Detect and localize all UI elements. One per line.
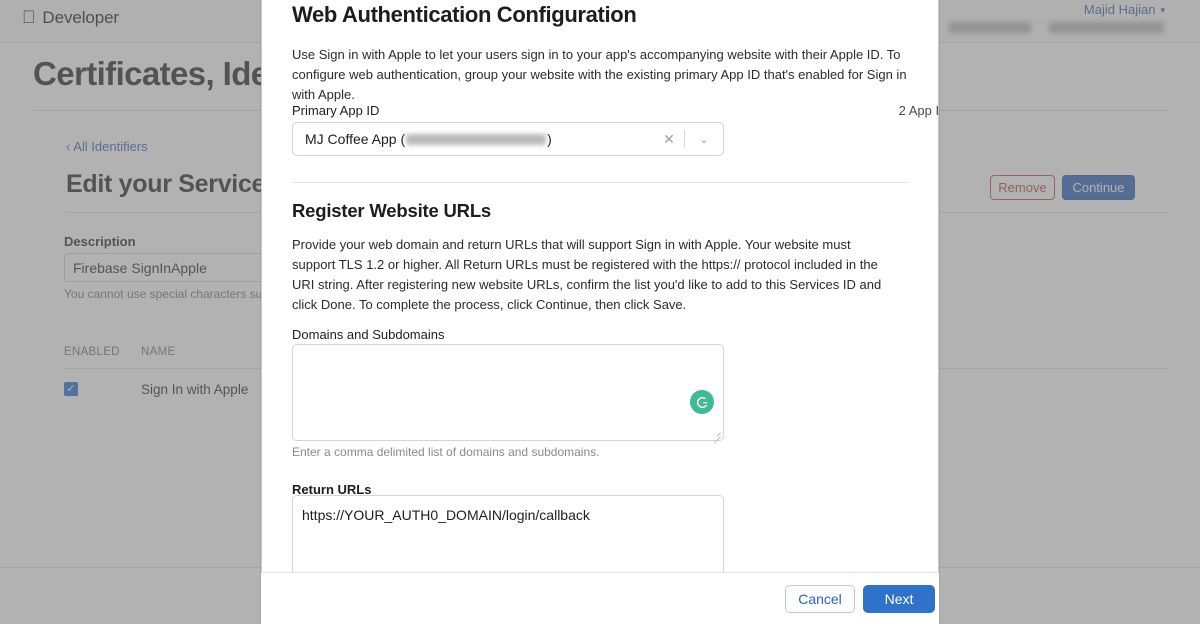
- continue-button[interactable]: Continue: [1062, 175, 1135, 200]
- redacted-bundle-id: [406, 133, 547, 145]
- register-website-urls-heading: Register Website URLs: [292, 200, 492, 221]
- apple-logo-icon: : [22, 8, 36, 26]
- primary-app-id-prefix: MJ Coffee App (: [305, 131, 406, 147]
- domains-and-subdomains-textarea[interactable]: [292, 344, 724, 444]
- column-header-enabled: ENABLED: [64, 346, 120, 358]
- resize-handle[interactable]: [712, 429, 721, 444]
- modal-section-divider: [292, 182, 909, 183]
- domains-and-subdomains-label: Domains and Subdomains: [292, 327, 445, 342]
- account-name-label: Majid Hajian: [1083, 2, 1156, 17]
- next-button[interactable]: Next: [863, 585, 935, 613]
- brand-label: Developer: [29, 8, 119, 27]
- cancel-button[interactable]: Cancel: [785, 585, 855, 613]
- chevron-down-icon[interactable]: ⌄: [685, 133, 723, 146]
- page-title: Certificates, Ide: [33, 55, 269, 92]
- modal-body: Web Authentication Configuration Use Sig…: [261, 0, 939, 572]
- web-authentication-configuration-dialog: Web Authentication Configuration Use Sig…: [261, 0, 939, 624]
- account-menu[interactable]: Majid Hajian ▾: [1084, 2, 1165, 17]
- capability-name: Sign In with Apple: [141, 382, 249, 397]
- domains-hint: Enter a comma delimited list of domains …: [292, 445, 600, 459]
- column-header-name: NAME: [141, 346, 176, 358]
- primary-app-id-suffix: ): [547, 131, 552, 147]
- apple-developer-brand[interactable]:  Developer: [22, 8, 119, 28]
- close-icon[interactable]: ✕: [654, 131, 684, 148]
- primary-app-id-value: MJ Coffee App ( ): [293, 131, 654, 147]
- section-title: Edit your Services: [66, 170, 279, 198]
- register-website-urls-description: Provide your web domain and return URLs …: [292, 237, 882, 312]
- app-ids-count: 2 App IDs: [898, 103, 939, 118]
- description-label: Description: [64, 234, 136, 249]
- return-urls-textarea[interactable]: https://YOUR_AUTH0_DOMAIN/login/callback: [292, 495, 724, 572]
- modal-footer: Cancel Next: [261, 572, 939, 624]
- grammarly-icon[interactable]: [690, 390, 714, 414]
- primary-app-id-select[interactable]: MJ Coffee App ( ) ✕ ⌄: [292, 122, 724, 156]
- remove-button[interactable]: Remove: [990, 175, 1055, 200]
- breadcrumb-all-identifiers[interactable]: ‹ All Identifiers: [66, 139, 148, 154]
- description-hint: You cannot use special characters su: [64, 287, 263, 301]
- modal-title: Web Authentication Configuration: [292, 2, 637, 27]
- redacted-block-team: [949, 22, 1031, 33]
- redacted-account-info: [949, 22, 1164, 33]
- enabled-checkbox[interactable]: ✓: [64, 382, 78, 396]
- modal-description: Use Sign in with Apple to let your users…: [292, 47, 907, 102]
- redacted-block-id: [1049, 22, 1164, 33]
- chevron-down-icon: ▾: [1160, 5, 1165, 15]
